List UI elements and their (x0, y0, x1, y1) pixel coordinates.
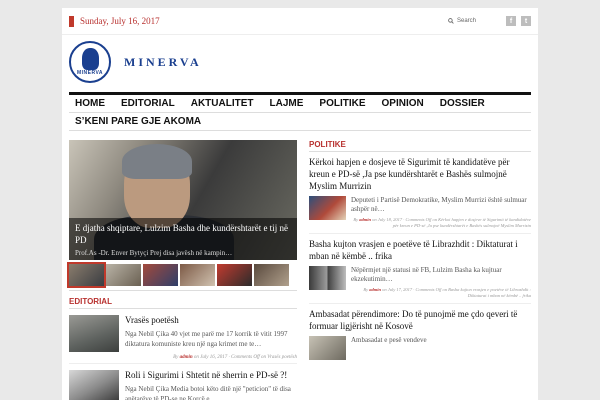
brand-header: MINERVA MINERVA (62, 35, 538, 89)
slider-thumb[interactable] (180, 264, 215, 286)
politike-article-excerpt: Nëpërmjet një statusi në FB, Lulzim Bash… (351, 266, 502, 283)
main-content: E djatha shqiptare, Lulzim Basha dhe kun… (62, 131, 538, 400)
politike-article-meta: By admin on July 17, 2017 · Comments Off… (351, 287, 531, 299)
facebook-glyph: f (509, 17, 513, 25)
slide-photo-hair (122, 144, 192, 179)
nav-item-home[interactable]: HOME (73, 95, 110, 112)
slide-caption: E djatha shqiptare, Lulzim Basha dhe kun… (69, 218, 297, 260)
top-bar: Sunday, July 16, 2017 Search f t (62, 8, 538, 35)
politike-article: Basha kujton vrasjen e poetëve të Libraz… (309, 238, 531, 304)
politike-section-title[interactable]: POLITIKE (309, 140, 531, 152)
nav-item-lajme[interactable]: LAJME (268, 95, 309, 112)
meta-prefix: By (363, 287, 369, 292)
search-icon (448, 18, 454, 24)
editorial-article-text: Roli i Sigurimi i Shtetit në sherrin e P… (125, 370, 297, 400)
slide-excerpt: Prof.As -Dr. Enver Bytyçi Prej disa javë… (75, 249, 233, 257)
politike-article-title[interactable]: Ambasadat përendimore: Do të punojmë me … (309, 308, 531, 332)
politike-article-title[interactable]: Basha kujton vrasjen e poetëve të Libraz… (309, 238, 531, 262)
current-date: Sunday, July 16, 2017 (80, 16, 160, 26)
logo-text: MINERVA (76, 70, 104, 76)
search-button[interactable]: Search (448, 18, 476, 24)
politike-article: Ambasadat përendimore: Do të punojmë me … (309, 308, 531, 360)
slider-thumbnails (67, 262, 297, 291)
politike-article-image[interactable] (309, 266, 346, 290)
twitter-icon[interactable]: t (521, 16, 531, 26)
slider-thumb[interactable] (254, 264, 289, 286)
meta-author[interactable]: admin (369, 287, 381, 292)
nav-row-primary: HOME EDITORIAL AKTUALITET LAJME POLITIKE… (69, 95, 531, 112)
slider-thumb[interactable] (143, 264, 178, 286)
editorial-section-title[interactable]: EDITORIAL (69, 297, 297, 309)
politike-article-body: Nëpërmjet një statusi në FB, Lulzim Bash… (309, 266, 531, 299)
editorial-article-excerpt: Nga Nebil Çika Media botoi këto ditë një… (125, 385, 291, 400)
politike-article-excerpt: Deputeti i Partisë Demokratike, Myslim M… (351, 196, 527, 213)
twitter-glyph: t (524, 17, 528, 25)
site-name[interactable]: MINERVA (124, 55, 202, 70)
politike-article-excerpt: Ambasadat e pesë vendeve (351, 336, 427, 344)
main-nav: HOME EDITORIAL AKTUALITET LAJME POLITIKE… (69, 92, 531, 131)
politike-article-body: Deputeti i Partisë Demokratike, Myslim M… (309, 196, 531, 229)
slide-title[interactable]: E djatha shqiptare, Lulzim Basha dhe kun… (75, 222, 291, 246)
politike-article-image[interactable] (309, 336, 346, 360)
editorial-article: Vrasës poetësh Nga Nebil Çika 40 vjet me… (69, 315, 297, 352)
meta-author[interactable]: admin (180, 355, 193, 360)
slider-thumb[interactable] (67, 262, 106, 288)
politike-article-meta: By admin on July 18, 2017 · Comments Off… (351, 217, 531, 229)
top-bar-right: Search f t (448, 16, 531, 26)
politike-article-text: Nëpërmjet një statusi në FB, Lulzim Bash… (351, 266, 531, 299)
meta-author[interactable]: admin (359, 217, 371, 222)
politike-article-body: Ambasadat e pesë vendeve (309, 336, 531, 360)
meta-rest: on July 18, 2017 · Comments Off on Kërko… (372, 217, 531, 228)
nav-item-opinion[interactable]: OPINION (380, 95, 429, 112)
featured-slider[interactable]: E djatha shqiptare, Lulzim Basha dhe kun… (69, 140, 297, 260)
left-column: E djatha shqiptare, Lulzim Basha dhe kun… (67, 140, 297, 400)
meta-rest: on July 17, 2017 · Comments Off on Basha… (382, 287, 531, 298)
menu-toggle-icon[interactable] (69, 15, 74, 27)
editorial-article: Roli i Sigurimi i Shtetit në sherrin e P… (69, 370, 297, 400)
site-logo[interactable]: MINERVA (69, 41, 111, 83)
nav-item-skeni-pare[interactable]: S’KENI PARE GJE AKOMA (73, 113, 206, 130)
politike-article-title[interactable]: Kërkoi hapjen e dosjeve të Sigurimit të … (309, 156, 531, 192)
editorial-article-meta: By admin on July 16, 2017 · Comments Off… (69, 355, 297, 364)
politike-article: Kërkoi hapjen e dosjeve të Sigurimit të … (309, 156, 531, 234)
nav-item-politike[interactable]: POLITIKE (317, 95, 370, 112)
nav-item-editorial[interactable]: EDITORIAL (119, 95, 180, 112)
editorial-article-title[interactable]: Vrasës poetësh (125, 315, 297, 326)
nav-item-aktualitet[interactable]: AKTUALITET (189, 95, 259, 112)
nav-item-dossier[interactable]: DOSSIER (438, 95, 490, 112)
slider-thumb[interactable] (217, 264, 252, 286)
editorial-article-image[interactable] (69, 315, 119, 352)
editorial-article-title[interactable]: Roli i Sigurimi i Shtetit në sherrin e P… (125, 370, 297, 381)
right-column: POLITIKE Kërkoi hapjen e dosjeve të Sigu… (309, 140, 531, 400)
meta-rest: on July 16, 2017 · Comments Off on Vrasë… (193, 355, 297, 360)
search-label: Search (456, 18, 476, 24)
page-container: Sunday, July 16, 2017 Search f t MINERVA… (62, 8, 538, 400)
politike-article-text: Deputeti i Partisë Demokratike, Myslim M… (351, 196, 531, 229)
meta-prefix: By (173, 355, 179, 360)
nav-row-secondary: S’KENI PARE GJE AKOMA (69, 112, 531, 130)
facebook-icon[interactable]: f (506, 16, 516, 26)
editorial-article-image[interactable] (69, 370, 119, 400)
slider-thumb[interactable] (106, 264, 141, 286)
minerva-bust-icon (82, 48, 99, 70)
editorial-article-text: Vrasës poetësh Nga Nebil Çika 40 vjet me… (125, 315, 297, 352)
meta-prefix: By (353, 217, 359, 222)
politike-article-image[interactable] (309, 196, 346, 220)
editorial-article-excerpt: Nga Nebil Çika 40 vjet me parë me 17 kor… (125, 330, 288, 348)
